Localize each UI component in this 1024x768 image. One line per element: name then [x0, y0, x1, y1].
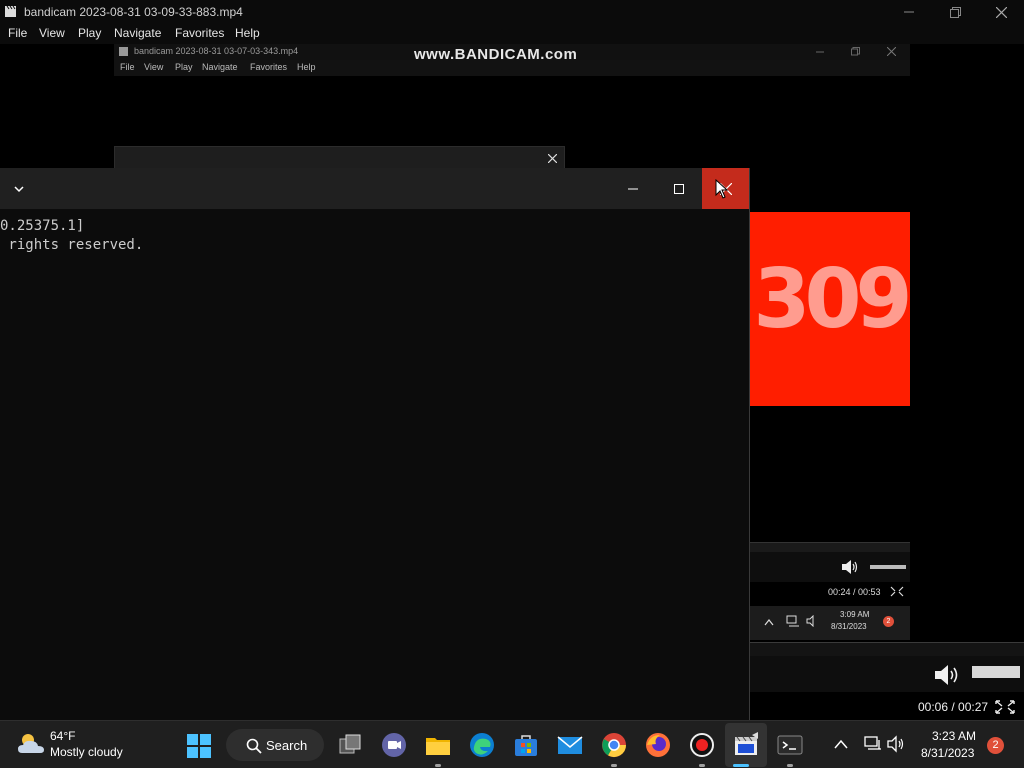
inner-clock-date: 8/31/2023	[831, 622, 867, 631]
menu-help[interactable]: Help	[235, 26, 260, 40]
clock-time[interactable]: 3:23 AM	[932, 729, 976, 743]
minimize-icon	[904, 11, 914, 13]
running-indicator	[699, 764, 705, 767]
terminal-minimize-button[interactable]	[610, 168, 656, 209]
record-icon[interactable]	[688, 731, 716, 759]
taskbar: 64°F Mostly cloudy Search 3:23 AM 8/31/2…	[0, 720, 1024, 768]
terminal-maximize-button[interactable]	[656, 168, 702, 209]
close-icon	[887, 47, 896, 56]
inner-menu-file: File	[120, 62, 135, 72]
inner-notification-badge: 2	[883, 616, 894, 627]
search-label: Search	[266, 738, 308, 753]
weather-description[interactable]: Mostly cloudy	[50, 745, 123, 759]
chevron-up-icon[interactable]	[834, 739, 848, 749]
task-view-icon[interactable]	[336, 731, 364, 759]
terminal-titlebar[interactable]	[0, 168, 749, 209]
running-indicator	[787, 764, 793, 767]
active-indicator	[733, 764, 749, 767]
media-player-icon[interactable]	[732, 731, 760, 759]
restore-icon	[949, 6, 961, 18]
clock-date[interactable]: 8/31/2023	[921, 746, 974, 760]
firefox-browser-icon[interactable]	[644, 731, 672, 759]
microsoft-store-icon[interactable]	[512, 731, 540, 759]
outer-minimize-button[interactable]	[886, 0, 932, 24]
inner-menu-view: View	[144, 62, 164, 72]
volume-icon	[842, 560, 858, 574]
clapperboard-icon	[119, 47, 128, 56]
inner-clock-time: 3:09 AM	[840, 610, 870, 619]
outer-player-title: bandicam 2023-08-31 03-09-33-883.mp4	[24, 5, 243, 19]
network-icon[interactable]	[864, 735, 882, 753]
bandicam-watermark: www.BANDICAM.com	[414, 46, 578, 63]
outer-volume-slider[interactable]	[972, 666, 1020, 678]
inner-video-frame: 309	[750, 212, 910, 406]
restore-icon	[851, 47, 860, 56]
menu-navigate[interactable]: Navigate	[114, 26, 161, 40]
weather-cloud-icon[interactable]	[16, 731, 46, 757]
volume-icon[interactable]	[934, 664, 960, 686]
windows-start-icon[interactable]	[187, 734, 211, 758]
video-number-text: 309	[753, 252, 910, 347]
menu-play[interactable]: Play	[78, 26, 101, 40]
inner-time-display: 00:24 / 00:53	[828, 587, 881, 597]
terminal-output-line: rights reserved.	[0, 237, 144, 253]
close-icon	[995, 6, 1007, 18]
edge-browser-icon[interactable]	[468, 731, 496, 759]
inner-player-title: bandicam 2023-08-31 03-07-03-343.mp4	[134, 46, 299, 56]
fullscreen-icon[interactable]	[995, 700, 1015, 714]
inner-menu-favorites: Favorites	[250, 62, 288, 72]
weather-temperature[interactable]: 64°F	[50, 729, 75, 743]
outer-close-button[interactable]	[978, 0, 1024, 24]
terminal-output-line: 0.25375.1]	[0, 218, 85, 234]
menu-favorites[interactable]: Favorites	[175, 26, 224, 40]
taskbar-search-button[interactable]: Search	[226, 729, 324, 761]
outer-restore-button[interactable]	[932, 0, 978, 24]
search-icon	[246, 738, 262, 754]
maximize-icon	[674, 183, 684, 194]
running-indicator	[611, 764, 617, 767]
mail-icon[interactable]	[556, 731, 584, 759]
chevron-down-icon[interactable]	[12, 182, 26, 196]
inner-menu-navigate: Navigate	[202, 62, 238, 72]
teams-chat-icon[interactable]	[380, 731, 408, 759]
mouse-cursor-icon	[715, 179, 729, 199]
notification-badge[interactable]: 2	[987, 737, 1004, 754]
outer-time-display: 00:06 / 00:27	[918, 700, 989, 714]
minimize-icon	[816, 51, 824, 53]
terminal-window[interactable]: 0.25375.1] rights reserved.	[0, 168, 750, 720]
chrome-browser-icon[interactable]	[600, 731, 628, 759]
speaker-icon	[806, 615, 814, 627]
fullscreen-icon	[890, 586, 904, 597]
terminal-icon[interactable]	[776, 731, 804, 759]
inner-menu-play: Play	[175, 62, 193, 72]
outer-player-titlebar[interactable]: bandicam 2023-08-31 03-09-33-883.mp4	[0, 0, 1024, 24]
menu-file[interactable]: File	[8, 26, 27, 40]
outer-menu-bar: File View Play Navigate Favorites Help	[0, 24, 1024, 44]
chevron-up-icon	[764, 619, 774, 626]
inner-menu-help: Help	[297, 62, 316, 72]
file-explorer-icon[interactable]	[424, 731, 452, 759]
close-icon[interactable]	[548, 154, 557, 163]
running-indicator	[435, 764, 441, 767]
minimize-icon	[628, 188, 638, 189]
speaker-icon[interactable]	[887, 735, 905, 753]
inner-volume-slider	[870, 565, 906, 569]
network-icon	[786, 615, 799, 627]
clapperboard-icon	[5, 5, 16, 17]
menu-view[interactable]: View	[39, 26, 65, 40]
popup-bar	[114, 146, 565, 170]
